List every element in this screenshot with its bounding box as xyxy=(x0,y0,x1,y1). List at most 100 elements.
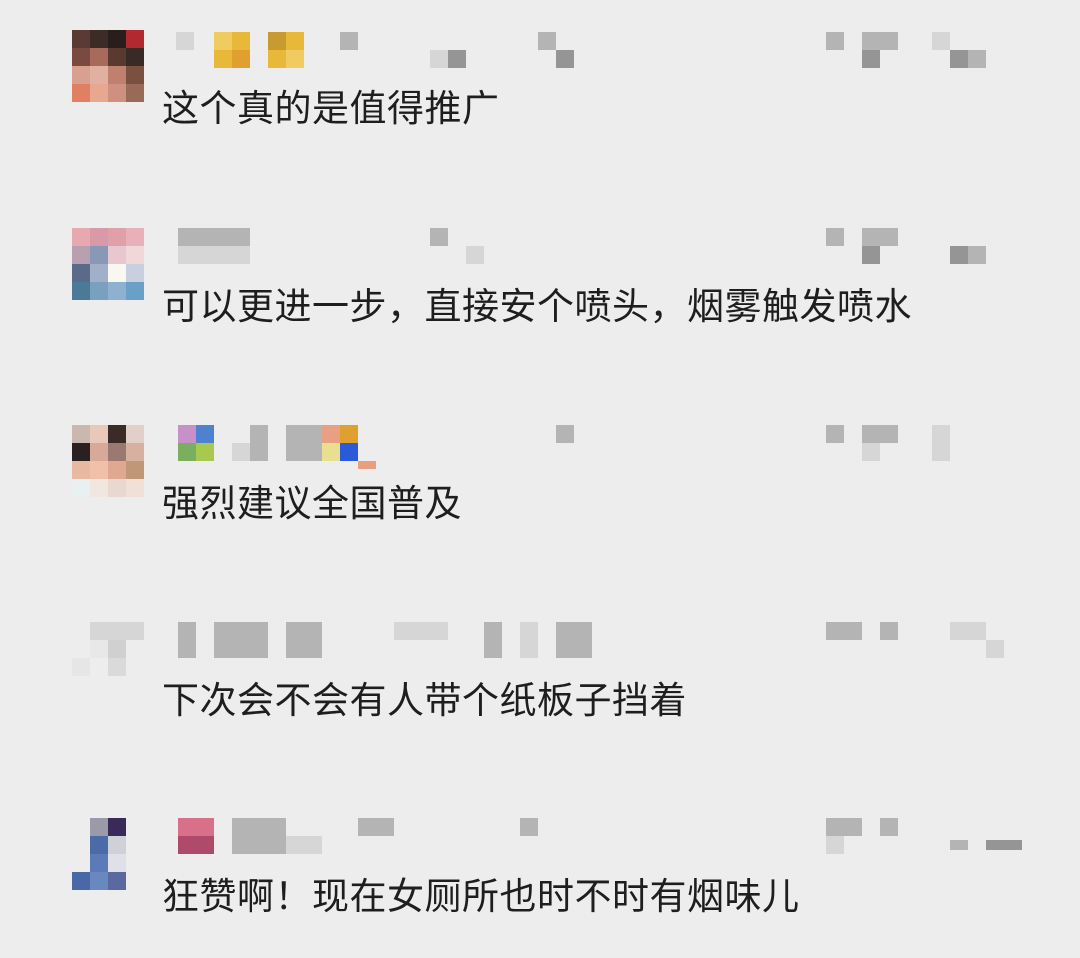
redaction-block xyxy=(950,622,986,640)
redaction-block xyxy=(196,818,214,836)
avatar-mosaic-cell xyxy=(90,479,108,497)
comment-feed: 这个真的是值得推广 可以更进一步，直接安个喷头，烟雾触发喷水 强烈建议全国普及 … xyxy=(0,0,1080,954)
redaction-block xyxy=(178,246,250,264)
avatar-mosaic-cell xyxy=(126,84,144,102)
redaction-block xyxy=(358,818,394,836)
avatar-mosaic-cell xyxy=(90,84,108,102)
avatar-mosaic-cell xyxy=(72,676,90,694)
redaction-block xyxy=(932,425,950,461)
redaction-block xyxy=(556,50,574,68)
redacted-username-metadata xyxy=(0,228,1080,272)
redaction-block xyxy=(826,228,844,246)
redaction-block xyxy=(358,461,376,469)
redaction-block xyxy=(232,443,250,461)
redaction-block xyxy=(826,425,844,443)
avatar-mosaic-cell xyxy=(108,282,126,300)
redaction-block xyxy=(196,443,214,461)
redaction-block xyxy=(232,32,250,50)
avatar-mosaic-cell xyxy=(126,282,144,300)
redaction-block xyxy=(556,425,574,443)
redaction-block xyxy=(394,622,448,640)
redaction-block xyxy=(430,50,448,68)
redaction-block xyxy=(448,50,466,68)
redaction-block xyxy=(176,32,194,50)
redaction-block xyxy=(340,32,358,50)
redaction-block xyxy=(826,622,862,640)
avatar-mosaic-cell xyxy=(90,872,108,890)
comment-text: 这个真的是值得推广 xyxy=(162,87,500,130)
redaction-block xyxy=(520,622,538,658)
redaction-block xyxy=(286,32,304,50)
redaction-block xyxy=(520,818,538,836)
redaction-block xyxy=(826,836,844,854)
avatar-mosaic-cell xyxy=(108,676,126,694)
avatar-mosaic-cell xyxy=(126,676,144,694)
redaction-block xyxy=(322,425,340,443)
redaction-block xyxy=(286,50,304,68)
redaction-block xyxy=(286,425,322,461)
redaction-block xyxy=(340,443,358,461)
redaction-block xyxy=(178,836,214,854)
avatar-mosaic-cell xyxy=(108,84,126,102)
comment-item: 可以更进一步，直接安个喷头，烟雾触发喷水 xyxy=(0,228,1080,368)
redaction-block xyxy=(466,246,484,264)
redaction-block xyxy=(268,32,286,50)
redaction-block xyxy=(862,228,898,246)
avatar-mosaic-cell xyxy=(90,282,108,300)
comment-item: 狂赞啊！现在女厕所也时不时有烟味儿 xyxy=(0,818,1080,958)
avatar-mosaic-cell xyxy=(90,676,108,694)
comment-text: 可以更进一步，直接安个喷头，烟雾触发喷水 xyxy=(162,285,912,328)
redaction-block xyxy=(950,50,968,68)
redaction-block xyxy=(826,32,844,50)
redaction-block xyxy=(986,640,1004,658)
redaction-block xyxy=(286,622,322,658)
comment-text: 狂赞啊！现在女厕所也时不时有烟味儿 xyxy=(162,875,800,918)
redacted-username-metadata xyxy=(0,30,1080,74)
redaction-block xyxy=(178,228,250,246)
redacted-username-metadata xyxy=(0,818,1080,862)
avatar-mosaic-cell xyxy=(72,872,90,890)
redaction-block xyxy=(556,622,592,658)
comment-text: 下次会不会有人带个纸板子挡着 xyxy=(162,679,687,722)
redaction-block xyxy=(196,425,214,443)
redaction-block xyxy=(862,425,898,443)
redaction-block xyxy=(286,836,322,854)
redaction-block xyxy=(214,622,268,658)
redaction-block xyxy=(90,622,144,640)
redaction-block xyxy=(968,246,986,264)
avatar-mosaic-cell xyxy=(72,84,90,102)
redaction-block xyxy=(986,840,1022,850)
redaction-block xyxy=(950,840,968,850)
avatar-mosaic-cell xyxy=(126,479,144,497)
redaction-block xyxy=(862,246,880,264)
redaction-block xyxy=(340,425,358,443)
redaction-block xyxy=(178,443,196,461)
avatar-mosaic-cell xyxy=(72,479,90,497)
redaction-block xyxy=(538,32,556,50)
avatar-mosaic-cell xyxy=(108,872,126,890)
redacted-username-metadata xyxy=(0,622,1080,666)
redaction-block xyxy=(430,228,448,246)
comment-item: 这个真的是值得推广 xyxy=(0,30,1080,170)
redaction-block xyxy=(178,818,196,836)
avatar-mosaic-cell xyxy=(108,479,126,497)
redaction-block xyxy=(322,443,340,461)
redaction-block xyxy=(968,50,986,68)
redaction-block xyxy=(268,50,286,68)
redaction-block xyxy=(932,32,950,50)
redaction-block xyxy=(484,622,502,658)
redaction-block xyxy=(880,818,898,836)
avatar-mosaic-cell xyxy=(126,872,144,890)
comment-item: 强烈建议全国普及 xyxy=(0,425,1080,565)
redaction-block xyxy=(178,622,196,658)
redaction-block xyxy=(232,50,250,68)
redaction-block xyxy=(250,425,268,461)
redaction-block xyxy=(214,32,232,50)
redaction-block xyxy=(232,818,286,854)
avatar-mosaic-cell xyxy=(72,282,90,300)
redaction-block xyxy=(950,246,968,264)
redaction-block xyxy=(178,425,196,443)
redaction-block xyxy=(862,443,880,461)
redaction-block xyxy=(214,50,232,68)
redaction-block xyxy=(880,622,898,640)
